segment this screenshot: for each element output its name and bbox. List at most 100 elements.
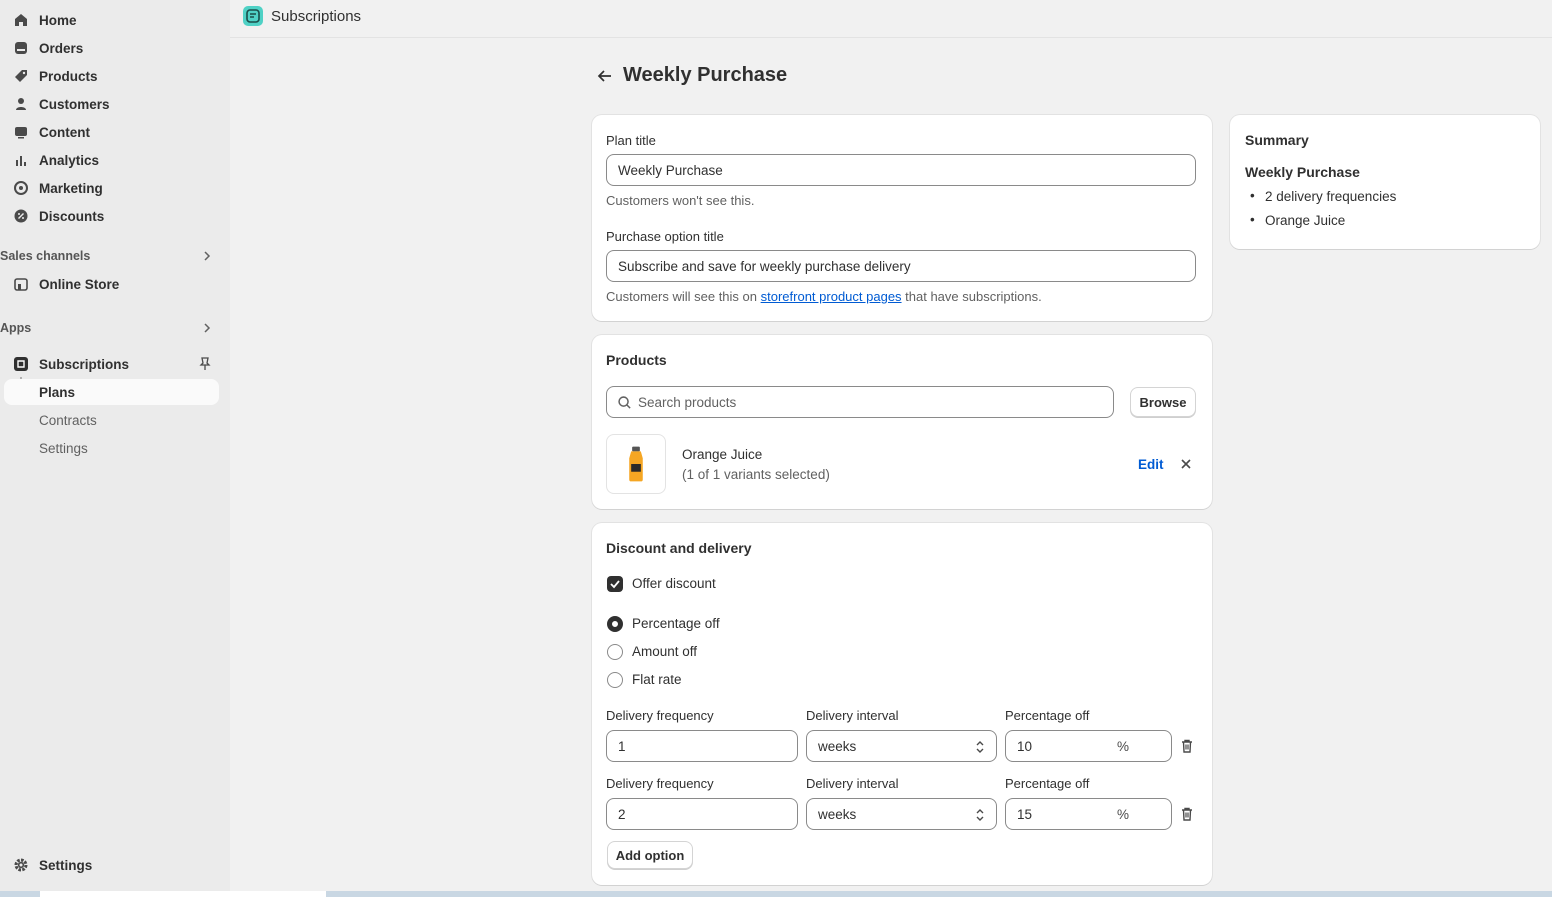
delivery-frequency-input[interactable]: 1 — [606, 730, 798, 762]
plan-title-input[interactable]: Weekly Purchase — [606, 154, 1196, 186]
sidebar-item-label: Plans — [39, 384, 76, 400]
discount-delivery-card: Discount and delivery Offer discount Per… — [592, 523, 1212, 885]
delivery-frequency-label: Delivery frequency — [606, 776, 714, 791]
sidebar-item-label: Products — [39, 68, 98, 84]
browse-button[interactable]: Browse — [1130, 387, 1196, 417]
product-thumbnail — [606, 434, 666, 494]
delivery-interval-label: Delivery interval — [806, 776, 899, 791]
search-placeholder: Search products — [638, 394, 737, 410]
app-header: Subscriptions — [230, 0, 1552, 38]
delete-icon[interactable] — [1179, 738, 1195, 754]
percentage-off-radio[interactable] — [607, 616, 623, 632]
product-name: Orange Juice — [682, 447, 763, 462]
percentage-off-input[interactable]: 15 % — [1005, 798, 1172, 830]
app-title: Subscriptions — [271, 8, 362, 25]
delivery-interval-select[interactable]: weeks — [806, 730, 997, 762]
purchase-option-label: Purchase option title — [606, 229, 724, 244]
plan-title-help: Customers won't see this. — [606, 193, 755, 208]
sidebar-item-label: Marketing — [39, 180, 103, 196]
bullet: • — [1250, 188, 1255, 203]
sidebar-item-app-settings[interactable]: Settings — [4, 435, 219, 461]
page-title: Weekly Purchase — [623, 64, 788, 86]
sidebar-item-online-store[interactable]: Online Store — [0, 271, 219, 297]
sidebar-item-products[interactable]: Products — [0, 63, 219, 89]
delivery-frequency-label: Delivery frequency — [606, 708, 714, 723]
purchase-option-input[interactable]: Subscribe and save for weekly purchase d… — [606, 250, 1196, 282]
store-icon — [14, 278, 28, 291]
percentage-value: 10 — [1017, 738, 1033, 754]
home-icon — [15, 14, 27, 26]
remove-product-icon[interactable] — [1179, 457, 1193, 471]
sidebar-item-orders[interactable]: Orders — [0, 35, 219, 61]
sales-channels-header[interactable]: Sales channels — [0, 246, 219, 266]
amount-off-label: Amount off — [632, 644, 698, 659]
apps-header[interactable]: Apps — [0, 318, 219, 338]
add-option-button[interactable]: Add option — [607, 841, 693, 869]
summary-plan-name: Weekly Purchase — [1245, 164, 1360, 180]
subscriptions-app-icon — [14, 357, 28, 371]
chevron-right-icon — [204, 323, 211, 333]
bar-chart-icon — [16, 156, 26, 166]
delivery-frequency-input[interactable]: 2 — [606, 798, 798, 830]
sidebar-item-content[interactable]: Content — [0, 119, 219, 145]
bullet: • — [1250, 212, 1255, 227]
sidebar-item-label: Settings — [39, 440, 88, 456]
plan-title-label: Plan title — [606, 133, 656, 148]
chevron-right-icon — [204, 251, 211, 261]
content-icon — [15, 127, 27, 139]
select-arrows-icon — [976, 741, 984, 753]
sidebar-item-contracts[interactable]: Contracts — [4, 407, 219, 433]
orders-icon — [15, 42, 27, 54]
edit-product-link[interactable]: Edit — [1138, 457, 1164, 472]
sidebar-item-label: Home — [39, 12, 77, 28]
delivery-interval-select[interactable]: weeks — [806, 798, 997, 830]
summary-bullet-frequencies: 2 delivery frequencies — [1265, 189, 1397, 204]
sidebar-item-subscriptions[interactable]: Subscriptions — [0, 351, 219, 377]
percent-suffix: % — [1116, 806, 1129, 822]
interval-value: weeks — [818, 738, 857, 754]
offer-discount-label: Offer discount — [632, 576, 716, 591]
checkmark-icon — [610, 580, 620, 589]
pin-icon[interactable] — [197, 356, 213, 372]
subscriptions-app-logo — [243, 6, 263, 26]
back-arrow-icon[interactable] — [594, 65, 616, 87]
orange-juice-bottle-image — [629, 446, 643, 482]
sidebar-item-label: Settings — [39, 857, 93, 873]
purchase-option-help: Customers will see this on storefront pr… — [606, 289, 1042, 304]
products-card: Products Search products Browse Orange J… — [592, 335, 1212, 509]
flat-rate-label: Flat rate — [632, 672, 682, 687]
product-search-input[interactable]: Search products — [606, 386, 1114, 418]
sidebar-item-label: Analytics — [39, 152, 100, 168]
sidebar-item-discounts[interactable]: Discounts — [0, 203, 219, 229]
help-suffix: that have subscriptions. — [901, 289, 1042, 304]
percentage-value: 15 — [1017, 806, 1033, 822]
sidebar-item-marketing[interactable]: Marketing — [0, 175, 219, 201]
product-variants: (1 of 1 variants selected) — [682, 467, 830, 482]
sidebar-item-settings[interactable]: Settings — [0, 852, 219, 878]
percentage-off-field-label: Percentage off — [1005, 708, 1090, 723]
sidebar-item-analytics[interactable]: Analytics — [0, 147, 219, 173]
summary-title: Summary — [1245, 132, 1309, 148]
sidebar-item-label: Orders — [39, 40, 84, 56]
amount-off-radio[interactable] — [607, 644, 623, 660]
flat-rate-radio[interactable] — [607, 672, 623, 688]
gear-icon — [14, 858, 28, 872]
sidebar-item-label: Customers — [39, 96, 110, 112]
sidebar-item-home[interactable]: Home — [0, 7, 219, 33]
percentage-off-input[interactable]: 10 % — [1005, 730, 1172, 762]
offer-discount-checkbox[interactable] — [607, 576, 623, 592]
tag-icon — [15, 70, 27, 82]
storefront-pages-link[interactable]: storefront product pages — [761, 289, 902, 304]
summary-card: Summary Weekly Purchase • 2 delivery fre… — [1230, 115, 1540, 249]
person-icon — [16, 98, 26, 110]
sidebar-item-label: Online Store — [39, 276, 120, 292]
discount-title: Discount and delivery — [606, 540, 752, 556]
scroll-thumb[interactable] — [40, 891, 326, 897]
products-title: Products — [606, 352, 667, 368]
sidebar-item-customers[interactable]: Customers — [0, 91, 219, 117]
help-prefix: Customers will see this on — [606, 289, 761, 304]
delete-icon[interactable] — [1179, 806, 1195, 822]
sidebar-item-label: Contracts — [39, 412, 97, 428]
sidebar-item-plans[interactable]: Plans — [4, 379, 219, 405]
discount-icon — [14, 209, 28, 223]
